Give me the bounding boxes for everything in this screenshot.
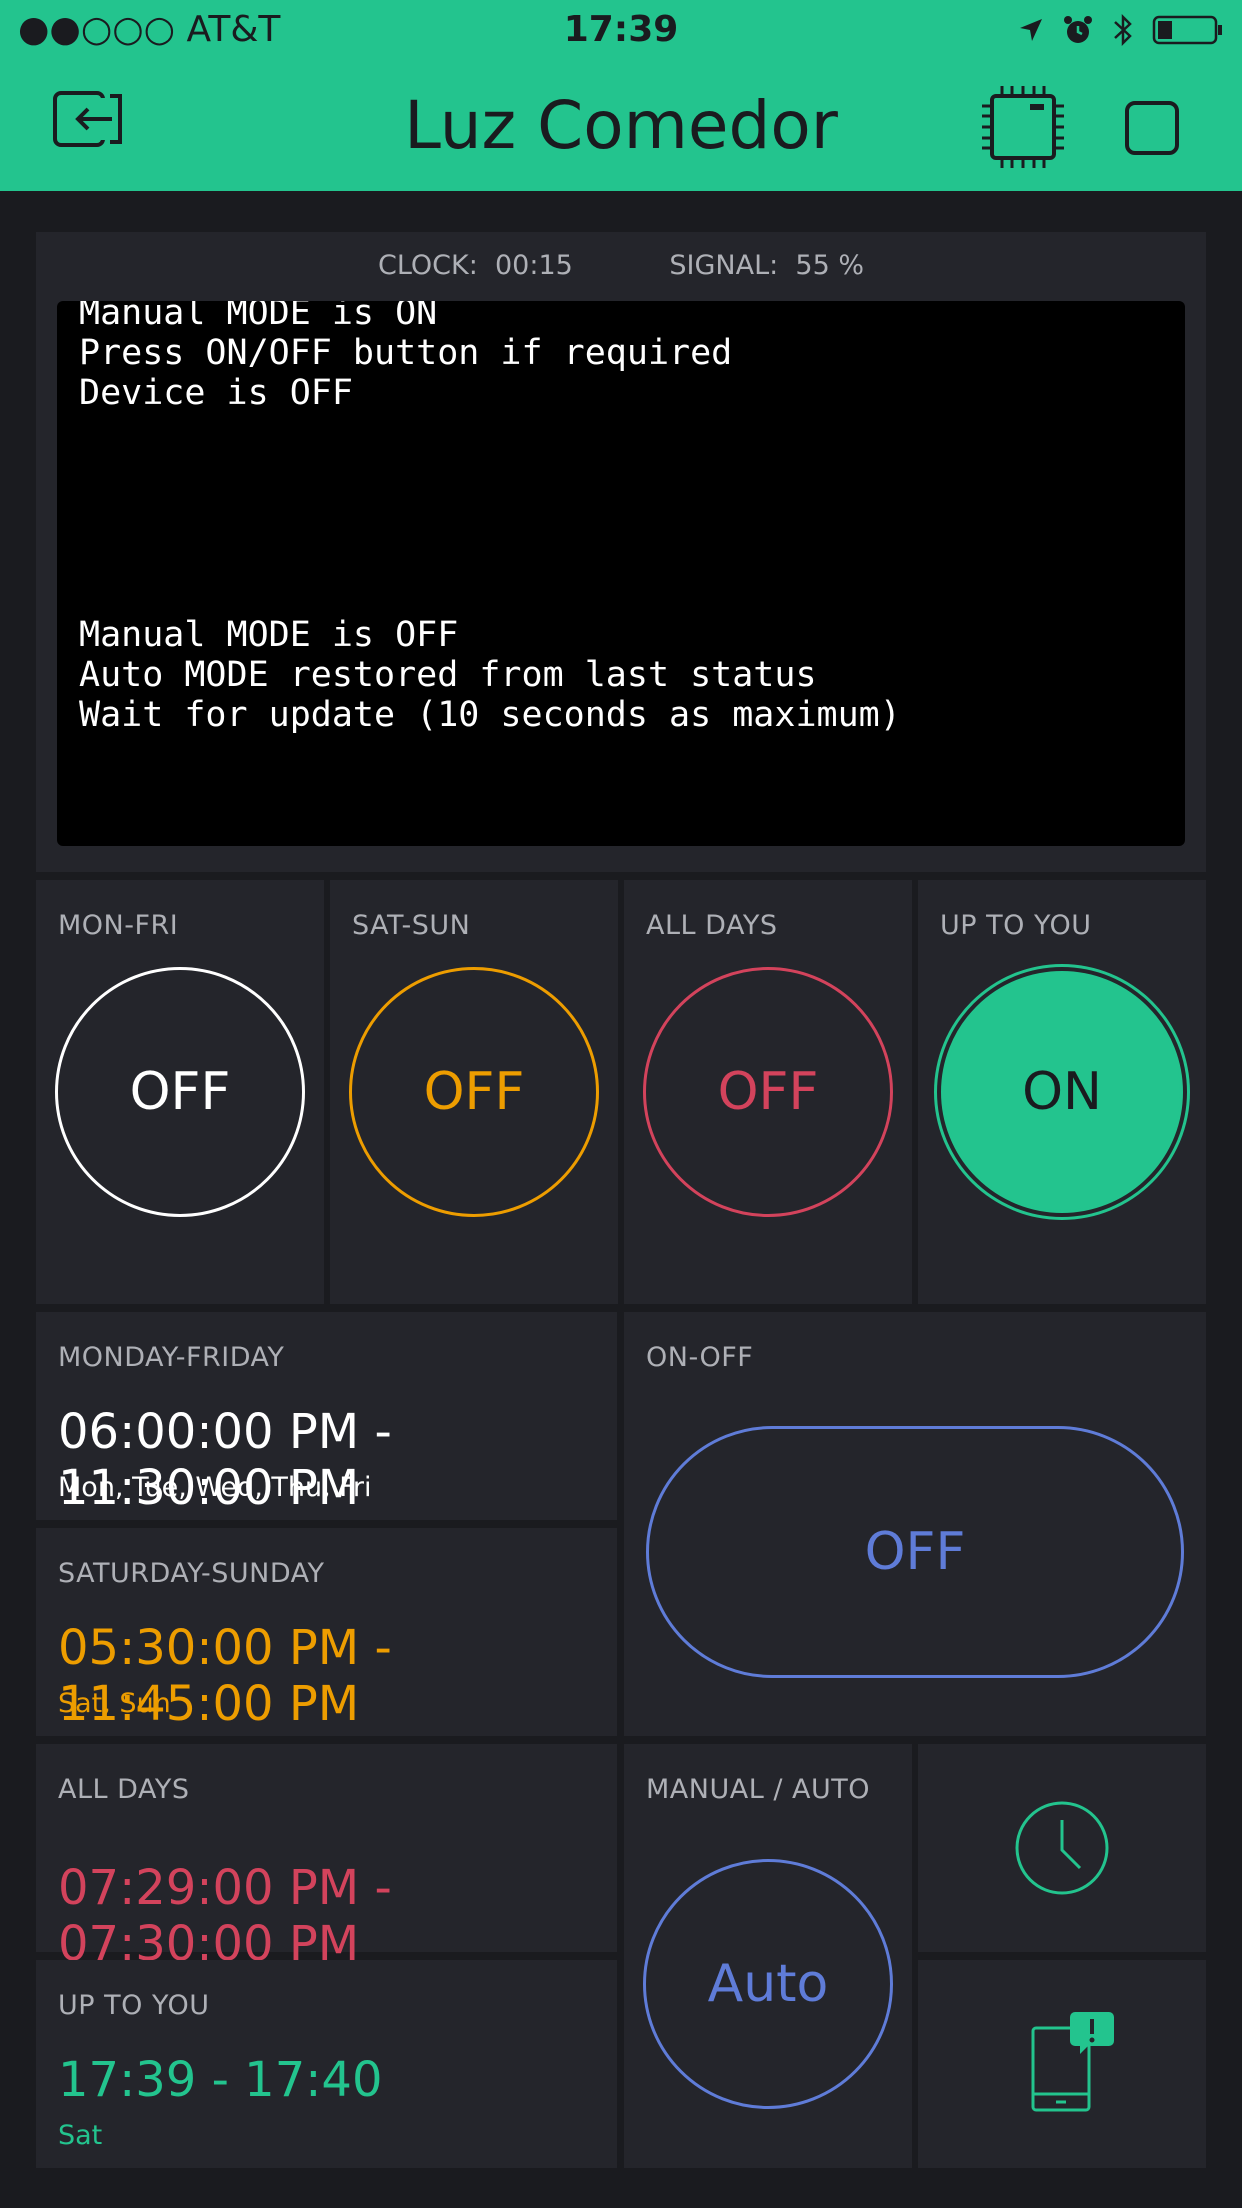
button-widget-mon-fri: MON-FRI OFF: [36, 880, 324, 1304]
timer-widget-saturday-sunday[interactable]: SATURDAY-SUNDAY 05:30:00 PM - 11:45:00 P…: [36, 1528, 617, 1736]
all-days-button[interactable]: OFF: [643, 967, 893, 1217]
signal-label: SIGNAL:: [669, 250, 779, 281]
widget-label: MANUAL / AUTO: [646, 1774, 870, 1805]
terminal-line: Manual MODE is OFF: [79, 615, 459, 655]
widget-label: UP TO YOU: [58, 1990, 210, 2021]
stop-button[interactable]: [1124, 100, 1180, 160]
terminal-line: Press ON/OFF button if required: [79, 333, 733, 373]
timer-days: Mon, Tue, Wed, Thu, Fri: [58, 1472, 372, 1503]
widget-label: MON-FRI: [58, 910, 179, 941]
battery-icon: [1152, 15, 1222, 45]
terminal-line: Manual MODE is ON: [79, 301, 438, 333]
notification-phone-icon: [1031, 2012, 1114, 2112]
button-widget-up-to-you: UP TO YOU ON: [918, 880, 1206, 1304]
widget-label: SATURDAY-SUNDAY: [58, 1558, 325, 1589]
timer-widget-monday-friday[interactable]: MONDAY-FRIDAY 06:00:00 PM - 11:30:00 PM …: [36, 1312, 617, 1520]
app-header: ●●○○○ AT&T 17:39 Luz Comedor: [0, 0, 1242, 191]
button-widget-all-days: ALL DAYS OFF: [624, 880, 912, 1304]
terminal-stats: CLOCK: 00:15 SIGNAL: 55 %: [36, 250, 1206, 281]
mon-fri-button[interactable]: OFF: [55, 967, 305, 1217]
widget-label: ON-OFF: [646, 1342, 754, 1373]
stop-square-icon: [1125, 101, 1179, 155]
up-to-you-button[interactable]: ON: [941, 971, 1183, 1213]
terminal-line: Device is OFF: [79, 373, 353, 413]
signal-value: 55 %: [795, 250, 865, 281]
terminal-screen[interactable]: Manual MODE is ON Press ON/OFF button if…: [57, 301, 1185, 846]
location-arrow-icon: [1020, 19, 1042, 41]
rtc-clock-icon: [1015, 1801, 1109, 1895]
widget-label: ALL DAYS: [58, 1774, 190, 1805]
sat-sun-button[interactable]: OFF: [349, 967, 599, 1217]
widget-label: SAT-SUN: [352, 910, 471, 941]
terminal-line: Wait for update (10 seconds as maximum): [79, 695, 901, 735]
terminal-widget: CLOCK: 00:15 SIGNAL: 55 % Manual MODE is…: [36, 232, 1206, 872]
terminal-line: Auto MODE restored from last status: [79, 655, 817, 695]
manual-auto-button[interactable]: Auto: [643, 1859, 893, 2109]
device-chip-icon: [982, 86, 1064, 168]
widget-label: MONDAY-FRIDAY: [58, 1342, 285, 1373]
on-off-button[interactable]: OFF: [646, 1426, 1184, 1678]
timer-widget-up-to-you[interactable]: UP TO YOU 17:39 - 17:40 Sat: [36, 1960, 617, 2168]
rtc-widget[interactable]: [918, 1744, 1206, 1952]
timer-range: 07:29:00 PM - 07:30:00 PM: [58, 1860, 392, 1972]
timer-days: Sat, Sun: [58, 1688, 171, 1719]
device-button[interactable]: [980, 84, 1066, 174]
alarm-icon: [1064, 16, 1092, 43]
clock-value: 00:15: [494, 250, 573, 281]
timer-widget-all-days[interactable]: ALL DAYS 07:29:00 PM - 07:30:00 PM: [36, 1744, 617, 1972]
widget-label: ALL DAYS: [646, 910, 778, 941]
widget-label: UP TO YOU: [940, 910, 1092, 941]
timer-days: Sat: [58, 2120, 103, 2151]
manual-auto-widget: MANUAL / AUTO Auto: [624, 1744, 912, 2168]
timer-range: 17:39 - 17:40: [58, 2052, 383, 2108]
notification-widget[interactable]: [918, 1960, 1206, 2168]
on-off-widget: ON-OFF OFF: [624, 1312, 1206, 1736]
clock-label: CLOCK:: [377, 250, 478, 281]
button-widget-sat-sun: SAT-SUN OFF: [330, 880, 618, 1304]
bluetooth-icon: [1114, 13, 1132, 47]
status-icons: [1018, 8, 1224, 52]
